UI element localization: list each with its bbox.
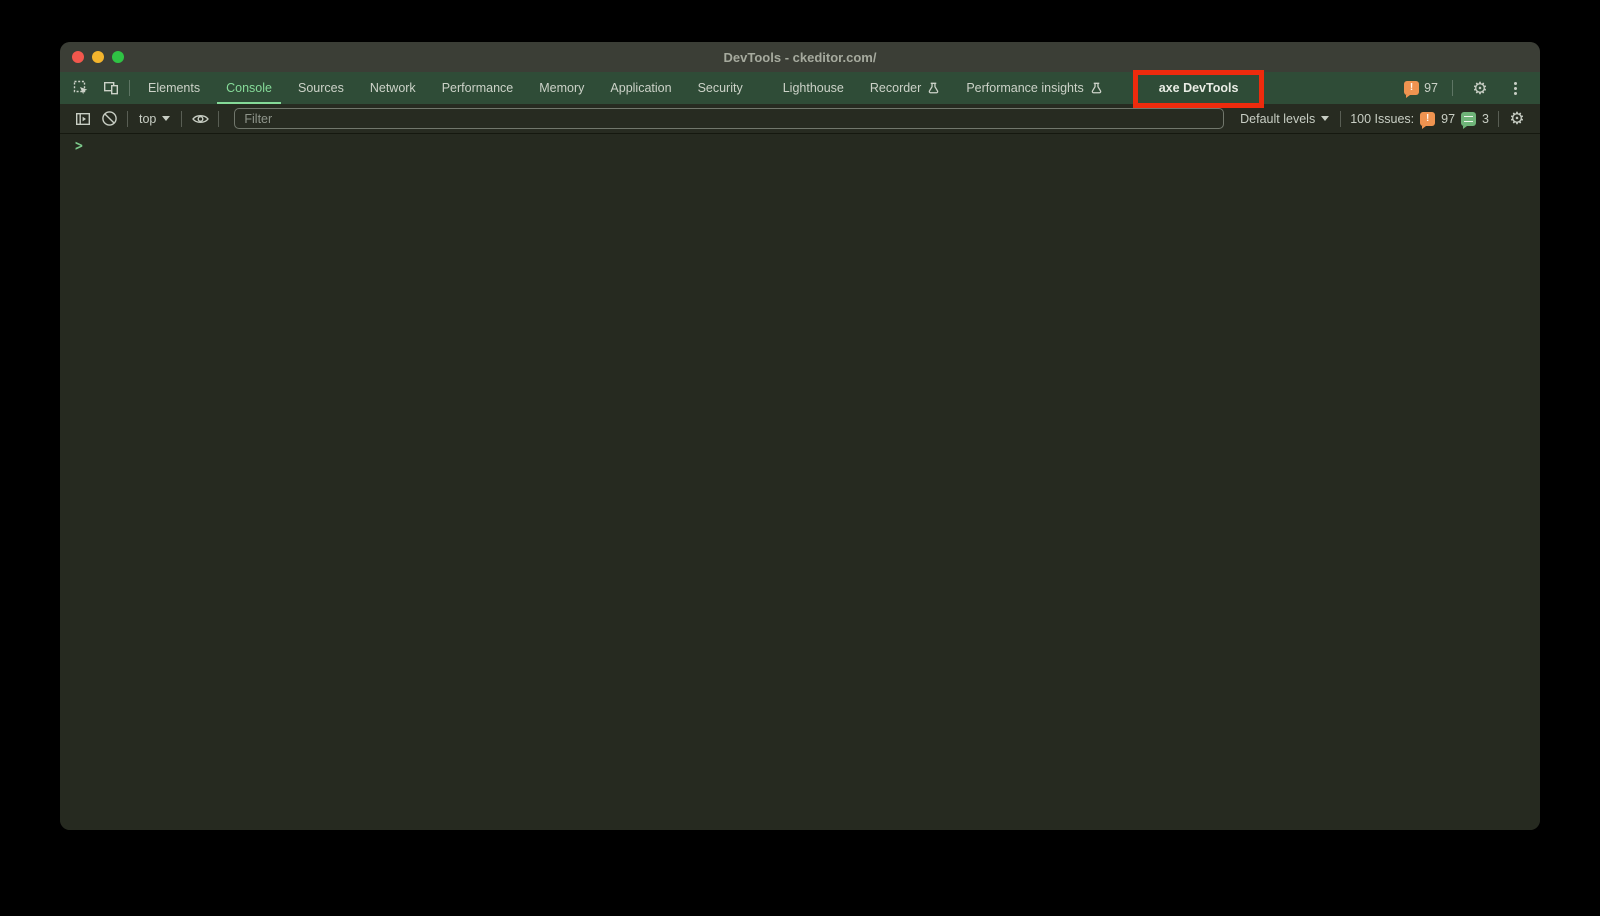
gear-icon: ⚙ (1472, 78, 1488, 98)
issues-error-count: 97 (1441, 111, 1456, 126)
settings-button[interactable]: ⚙ (1467, 75, 1493, 101)
divider (1340, 110, 1342, 127)
issues-message-count: 3 (1482, 111, 1489, 126)
kebab-menu-icon (1513, 81, 1517, 85)
tab-network[interactable]: Network (357, 72, 429, 104)
tab-elements[interactable]: Elements (135, 72, 213, 104)
clear-console-button[interactable] (96, 106, 122, 132)
tab-application[interactable]: Application (597, 72, 684, 104)
error-count: 97 (1424, 81, 1438, 95)
divider (181, 110, 183, 127)
console-messages-area[interactable]: > (60, 134, 1540, 830)
device-toolbar-icon (103, 80, 119, 96)
tab-sources[interactable]: Sources (285, 72, 357, 104)
zoom-button[interactable] (112, 51, 124, 63)
tab-console[interactable]: Console (213, 72, 285, 104)
eye-icon (191, 111, 210, 127)
devtools-tabbar: Elements Console Sources Network Perform… (60, 70, 1540, 108)
tab-recorder[interactable]: Recorder (857, 72, 953, 104)
console-prompt-row[interactable]: > (60, 134, 1540, 158)
divider (129, 80, 130, 96)
tab-security[interactable]: Security (685, 72, 756, 104)
error-badge-icon: ! (1420, 111, 1436, 129)
gear-icon: ⚙ (1509, 109, 1525, 128)
divider (218, 110, 220, 127)
devtools-window: DevTools - ckeditor.com/ Elements Consol… (60, 42, 1540, 830)
show-console-sidebar-button[interactable] (70, 106, 96, 132)
window-titlebar: DevTools - ckeditor.com/ (60, 42, 1540, 72)
chevron-down-icon (162, 116, 171, 121)
create-live-expression-button[interactable] (187, 106, 213, 132)
customize-devtools-button[interactable] (1502, 75, 1528, 101)
tab-performance[interactable]: Performance (429, 72, 527, 104)
clear-circle-slash-icon (101, 110, 118, 127)
divider (127, 110, 128, 127)
tab-lighthouse[interactable]: Lighthouse (770, 72, 857, 104)
inspect-cursor-icon (73, 80, 88, 95)
issues-counter[interactable]: 100 Issues: ! 97 3 (1346, 111, 1493, 129)
error-badge-icon: ! (1404, 81, 1420, 98)
console-settings-button[interactable]: ⚙ (1504, 106, 1530, 132)
inspect-element-button[interactable] (68, 75, 94, 101)
tab-performance-insights[interactable]: Performance insights (953, 72, 1115, 104)
close-button[interactable] (72, 51, 84, 63)
divider (1452, 80, 1453, 96)
window-title: DevTools - ckeditor.com/ (723, 49, 877, 65)
minimize-button[interactable] (92, 51, 104, 63)
error-count-indicator[interactable]: ! 97 (1404, 81, 1438, 98)
log-levels-selector[interactable]: Default levels (1234, 112, 1335, 126)
sidebar-panel-icon (75, 111, 91, 127)
panel-tabs: Elements Console Sources Network Perform… (135, 70, 1265, 108)
flask-icon (1090, 81, 1103, 95)
tab-memory[interactable]: Memory (526, 72, 597, 104)
divider (1498, 110, 1499, 127)
flask-icon (927, 81, 940, 95)
message-badge-icon (1461, 111, 1477, 129)
console-toolbar: top Default levels 100 Issues: ! 97 (60, 104, 1540, 134)
filter-input[interactable] (234, 108, 1225, 129)
issues-label: 100 Issues: (1350, 111, 1415, 126)
chevron-down-icon (1321, 116, 1330, 121)
javascript-context-selector[interactable]: top (133, 112, 176, 126)
toggle-device-toolbar-button[interactable] (98, 75, 124, 101)
tabbar-right-controls: ! 97 ⚙ (1404, 72, 1540, 104)
tab-axe-devtools[interactable]: axe DevTools (1132, 70, 1265, 108)
console-prompt-icon: > (75, 137, 83, 155)
traffic-lights (72, 51, 124, 63)
